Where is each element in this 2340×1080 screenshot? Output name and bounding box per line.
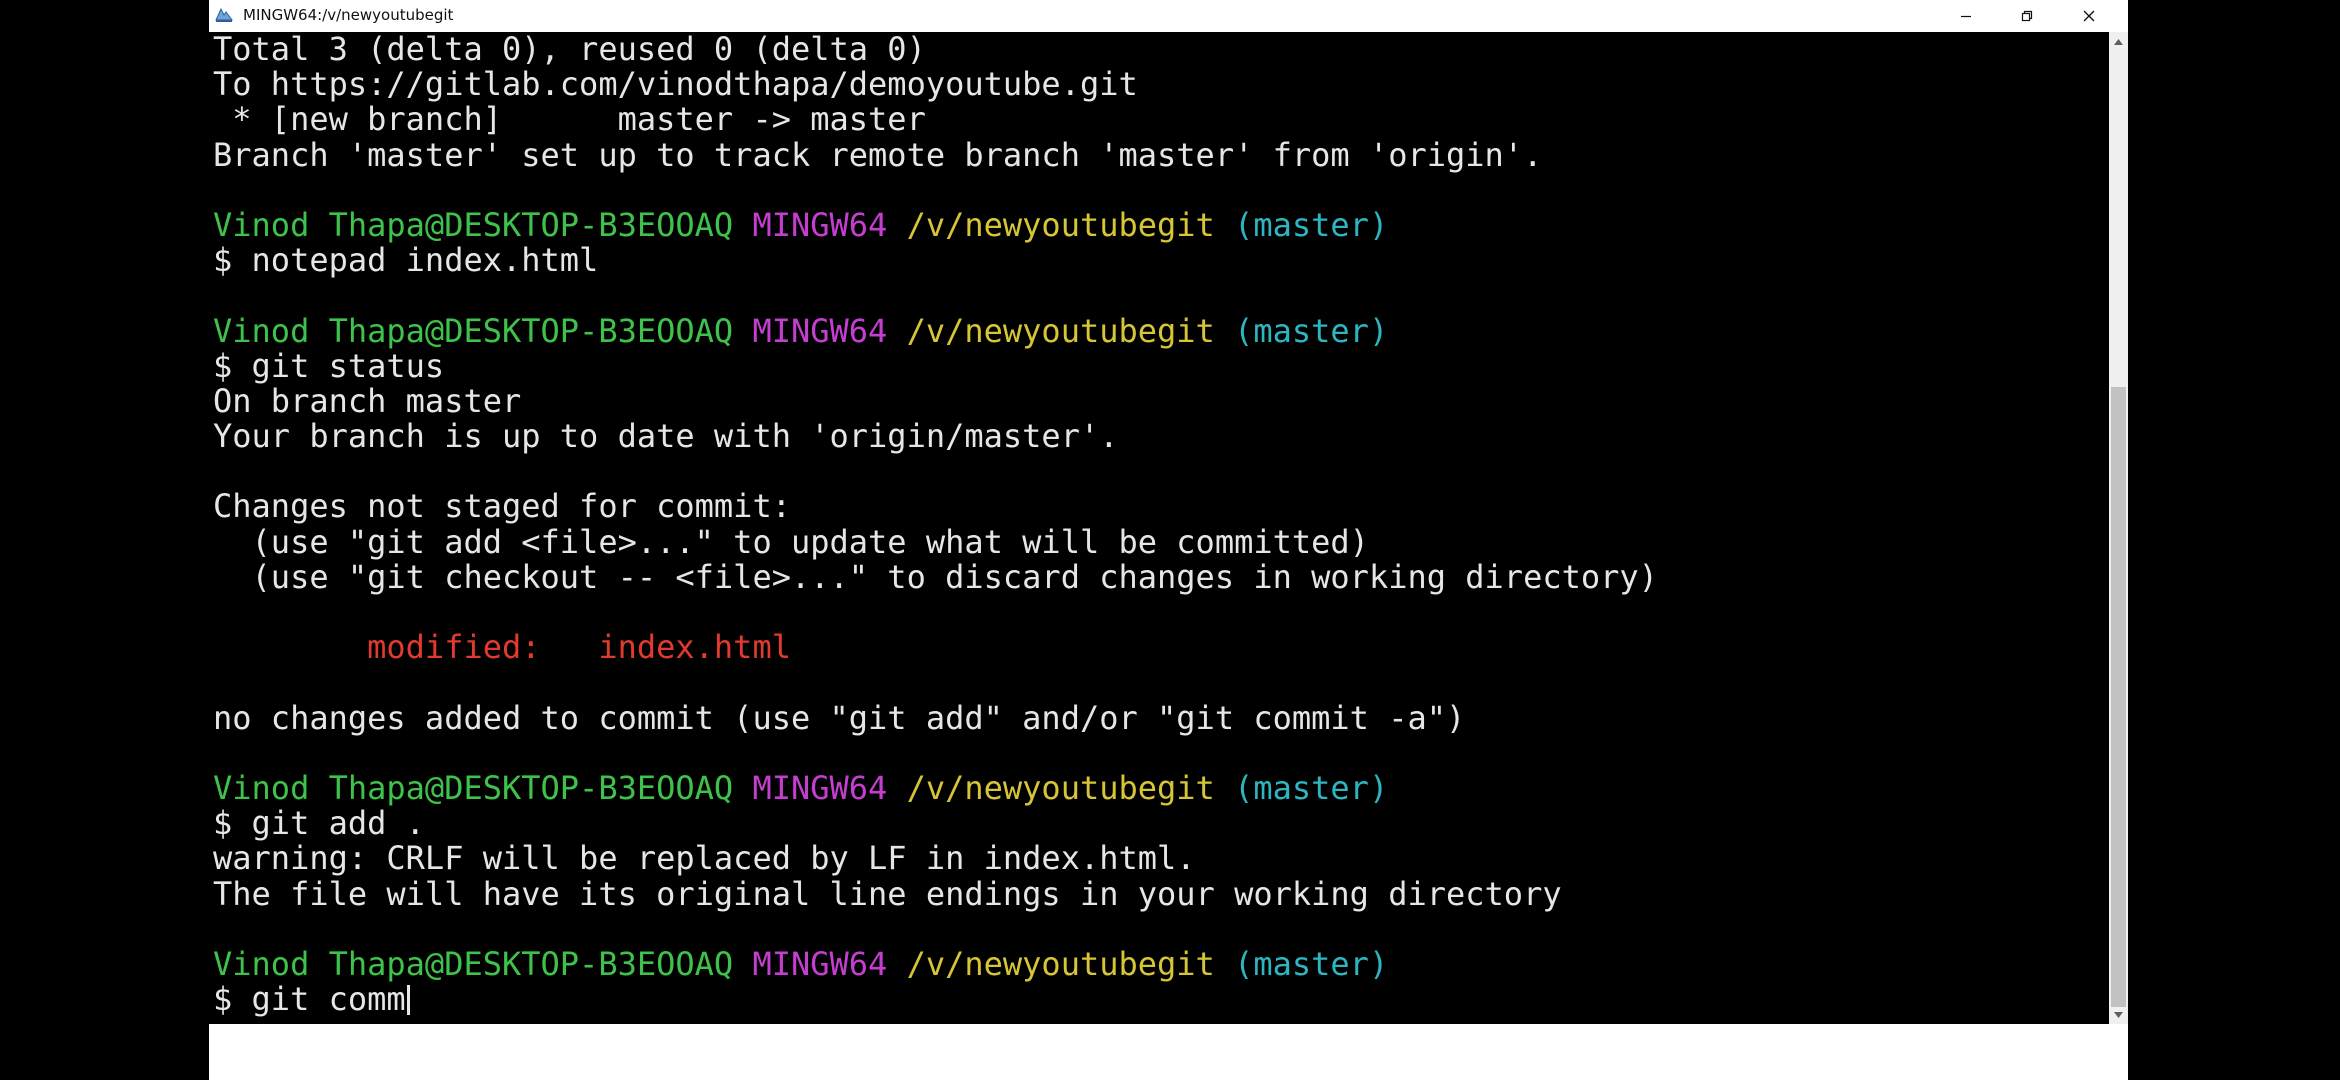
terminal-text-yellow: /v/newyoutubegit (906, 311, 1215, 350)
text-cursor (406, 985, 410, 1016)
window-bottom-edge (209, 1024, 2128, 1080)
terminal-line: Vinod Thapa@DESKTOP-B3EOOAQ MINGW64 /v/n… (213, 205, 1658, 244)
terminal-text: (use "git checkout -- <file>..." to disc… (213, 557, 1658, 596)
vertical-scrollbar[interactable] (2109, 32, 2128, 1024)
terminal-line: $ git add . (213, 806, 1658, 841)
terminal-window: MINGW64:/v/newyoutubegit Total 3 (delta … (209, 0, 2128, 1080)
terminal-text-cyan: (master) (1234, 768, 1389, 807)
restore-button[interactable] (1996, 0, 2058, 32)
terminal-text-yellow: /v/newyoutubegit (906, 205, 1215, 244)
terminal-output[interactable]: Total 3 (delta 0), reused 0 (delta 0) To … (209, 32, 2109, 1024)
terminal-text-red: modified: index.html (367, 628, 791, 667)
terminal-line: $ notepad index.html (213, 243, 1658, 278)
terminal-text: Changes not staged for commit: (213, 487, 791, 526)
chevron-up-icon (2114, 38, 2123, 45)
terminal-text-green: Vinod Thapa@DESKTOP-B3EOOAQ (213, 311, 734, 350)
restore-icon (2021, 10, 2033, 22)
title-bar[interactable]: MINGW64:/v/newyoutubegit (209, 0, 2128, 32)
terminal-line: (use "git checkout -- <file>..." to disc… (213, 557, 1658, 596)
screen: MINGW64:/v/newyoutubegit Total 3 (delta … (0, 0, 2340, 1080)
terminal-text: To https://gitlab.com/vinodthapa/demoyou… (213, 65, 1138, 104)
terminal-text: The file will have its original line end… (213, 874, 1562, 913)
terminal-text-yellow: /v/newyoutubegit (906, 768, 1215, 807)
terminal-text-cyan: (master) (1234, 944, 1389, 983)
terminal-text: On branch master (213, 381, 522, 420)
scrollbar-thumb[interactable] (2111, 387, 2126, 1007)
terminal-text-magenta: MINGW64 (752, 768, 888, 807)
terminal-text-yellow: /v/newyoutubegit (906, 944, 1215, 983)
terminal-line: Your branch is up to date with 'origin/m… (213, 417, 1658, 456)
terminal-text: no changes added to commit (use "git add… (213, 698, 1466, 737)
mingw64-icon (215, 7, 233, 22)
minimize-button[interactable] (1935, 0, 1997, 32)
terminal-line: On branch master (213, 381, 1658, 420)
terminal-text-magenta: MINGW64 (752, 944, 888, 983)
terminal-line: Vinod Thapa@DESKTOP-B3EOOAQ MINGW64 /v/n… (213, 944, 1658, 983)
terminal-line: Total 3 (delta 0), reused 0 (delta 0) (213, 32, 1658, 67)
terminal-text: warning: CRLF will be replaced by LF in … (213, 839, 1196, 878)
terminal-line: Vinod Thapa@DESKTOP-B3EOOAQ MINGW64 /v/n… (213, 768, 1658, 807)
terminal-line: Changes not staged for commit: (213, 489, 1658, 524)
terminal-line: Vinod Thapa@DESKTOP-B3EOOAQ MINGW64 /v/n… (213, 311, 1658, 350)
terminal-text-magenta: MINGW64 (752, 311, 888, 350)
terminal-text-green: Vinod Thapa@DESKTOP-B3EOOAQ (213, 768, 734, 807)
terminal-text: * [new branch] master -> master (213, 100, 926, 139)
scroll-down-button[interactable] (2109, 1005, 2128, 1024)
terminal-text: Total 3 (delta 0), reused 0 (delta 0) (213, 32, 926, 68)
terminal-text-magenta: MINGW64 (752, 205, 888, 244)
terminal-line: $ git status (213, 346, 1658, 385)
window-title: MINGW64:/v/newyoutubegit (243, 6, 454, 24)
terminal-text: $ git add . (213, 804, 425, 843)
scroll-up-button[interactable] (2109, 32, 2128, 51)
terminal-line: no changes added to commit (use "git add… (213, 698, 1658, 737)
terminal-line: The file will have its original line end… (213, 874, 1658, 913)
close-icon (2083, 10, 2095, 22)
terminal-input-line[interactable]: $ git comm (213, 980, 1658, 1019)
terminal-line: Branch 'master' set up to track remote b… (213, 135, 1658, 174)
terminal-text-cyan: (master) (1234, 311, 1389, 350)
terminal-text-cyan: (master) (1234, 205, 1389, 244)
terminal-text: Your branch is up to date with 'origin/m… (213, 417, 1119, 456)
terminal-text: Branch 'master' set up to track remote b… (213, 135, 1543, 174)
minimize-icon (1961, 15, 1971, 18)
close-button[interactable] (2058, 0, 2120, 32)
terminal-line: (use "git add <file>..." to update what … (213, 522, 1658, 561)
terminal-text-green: Vinod Thapa@DESKTOP-B3EOOAQ (213, 205, 734, 244)
terminal-text: $ git comm (213, 980, 406, 1019)
terminal-text: $ git status (213, 346, 445, 385)
terminal-text: (use "git add <file>..." to update what … (213, 522, 1369, 561)
chevron-down-icon (2114, 1011, 2123, 1018)
terminal-lines: Total 3 (delta 0), reused 0 (delta 0) To … (213, 32, 1658, 1017)
terminal-text: $ notepad index.html (213, 241, 599, 280)
terminal-text-green: Vinod Thapa@DESKTOP-B3EOOAQ (213, 944, 734, 983)
terminal-line: To https://gitlab.com/vinodthapa/demoyou… (213, 67, 1658, 102)
terminal-line: modified: index.html (213, 630, 1658, 665)
terminal-line: * [new branch] master -> master (213, 102, 1658, 137)
terminal-line: warning: CRLF will be replaced by LF in … (213, 841, 1658, 876)
